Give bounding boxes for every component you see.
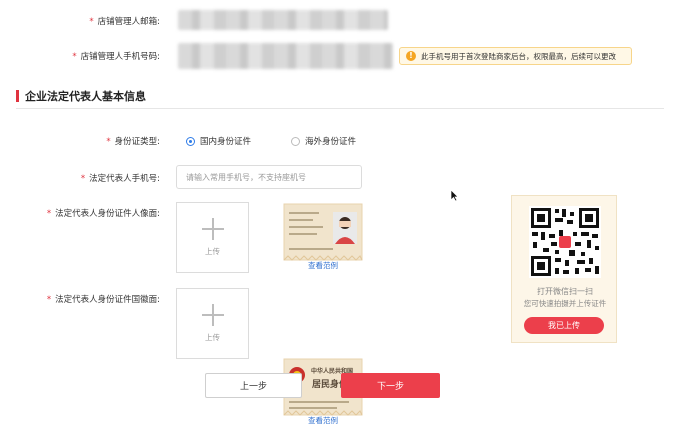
- warning-icon: !: [406, 51, 416, 61]
- required-mark: *: [46, 209, 52, 219]
- legal-phone-label-text: 法定代表人手机号:: [89, 174, 160, 184]
- legal-phone-placeholder: 请输入常用手机号，不支持座机号: [186, 172, 306, 182]
- plus-icon: [201, 218, 224, 240]
- id-front-upload[interactable]: 上传: [176, 202, 249, 273]
- required-mark: *: [46, 295, 52, 305]
- id-front-sample-link[interactable]: 查看范例: [283, 260, 363, 271]
- qr-line2: 您可快速拍摄并上传证件: [523, 299, 607, 308]
- id-front-sample[interactable]: 查看范例: [283, 202, 363, 272]
- radio-checked-icon[interactable]: [186, 136, 195, 146]
- legal-phone-input[interactable]: 请输入常用手机号，不支持座机号: [176, 165, 362, 189]
- section-title: 企业法定代表人基本信息: [16, 88, 146, 104]
- id-back-upload[interactable]: 上传: [176, 288, 249, 359]
- phone-tip-text: 此手机号用于首次登陆商家后台，权限最高，后续可以更改: [421, 51, 616, 61]
- section-accent-bar: [16, 90, 19, 102]
- radio-domestic-label: 国内身份证件: [200, 137, 252, 147]
- qr-uploaded-button[interactable]: 我已上传: [524, 317, 604, 334]
- next-step-button[interactable]: 下一步: [341, 373, 440, 398]
- email-label-text: 店铺管理人邮箱:: [97, 17, 160, 27]
- upload-text: 上传: [205, 247, 220, 256]
- required-mark: *: [106, 137, 111, 147]
- required-mark: *: [80, 174, 86, 184]
- id-front-label-text: 法定代表人身份证件人像面:: [55, 209, 160, 219]
- id-back-label: * 法定代表人身份证件国徽面:: [0, 293, 160, 305]
- phone-label: * 店铺管理人手机号码:: [0, 50, 160, 62]
- email-label: * 店铺管理人邮箱:: [0, 15, 160, 27]
- prev-step-button[interactable]: 上一步: [205, 373, 302, 398]
- phone-tip: ! 此手机号用于首次登陆商家后台，权限最高，后续可以更改: [399, 47, 632, 65]
- id-front-label: * 法定代表人身份证件人像面:: [0, 207, 160, 219]
- upload-text: 上传: [205, 333, 220, 342]
- legal-phone-label: * 法定代表人手机号:: [0, 172, 160, 184]
- id-back-sample-link[interactable]: 查看范例: [283, 415, 363, 426]
- qr-code-image[interactable]: [529, 206, 601, 278]
- section-divider: [16, 108, 664, 109]
- required-mark: *: [72, 52, 77, 62]
- required-mark: *: [89, 17, 94, 27]
- section-title-text: 企业法定代表人基本信息: [25, 90, 146, 103]
- mouse-cursor-icon: [450, 189, 459, 202]
- id-back-label-text: 法定代表人身份证件国徽面:: [55, 295, 160, 305]
- radio-overseas-label: 海外身份证件: [305, 137, 357, 147]
- radio-unchecked-icon[interactable]: [291, 136, 300, 146]
- email-value-blurred: [178, 10, 388, 30]
- radio-overseas-id[interactable]: 海外身份证件: [291, 135, 356, 147]
- radio-domestic-id[interactable]: 国内身份证件: [186, 135, 251, 147]
- qr-line1: 打开微信扫一扫: [537, 287, 593, 296]
- qr-panel: 打开微信扫一扫 您可快速拍摄并上传证件 我已上传: [511, 195, 617, 343]
- plus-icon: [201, 304, 224, 326]
- phone-value-blurred: [178, 43, 393, 69]
- id-type-label-text: 身份证类型:: [114, 137, 160, 147]
- id-type-label: * 身份证类型:: [0, 135, 160, 147]
- phone-label-text: 店铺管理人手机号码:: [80, 52, 160, 62]
